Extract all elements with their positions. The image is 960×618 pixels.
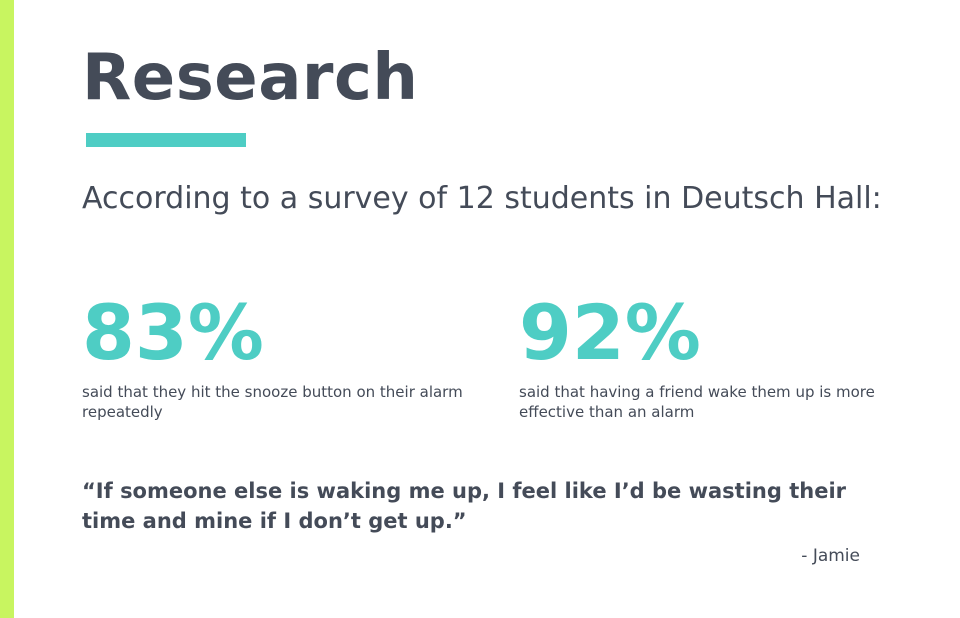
title-underline	[86, 133, 246, 147]
survey-intro: According to a survey of 12 students in …	[82, 181, 882, 216]
stat-description: said that they hit the snooze button on …	[82, 383, 463, 421]
testimonial-quote: “If someone else is waking me up, I feel…	[82, 479, 846, 533]
page-title: Research	[82, 41, 419, 115]
left-accent-bar	[0, 0, 14, 618]
stat-value: 83%	[82, 288, 264, 377]
stat-description: said that having a friend wake them up i…	[519, 383, 875, 421]
stat-friend-wake: 92% said that having a friend wake them …	[519, 288, 919, 422]
quote-attribution: - Jamie	[801, 546, 860, 566]
stat-value: 92%	[519, 288, 701, 377]
stat-snooze: 83% said that they hit the snooze button…	[82, 288, 482, 422]
